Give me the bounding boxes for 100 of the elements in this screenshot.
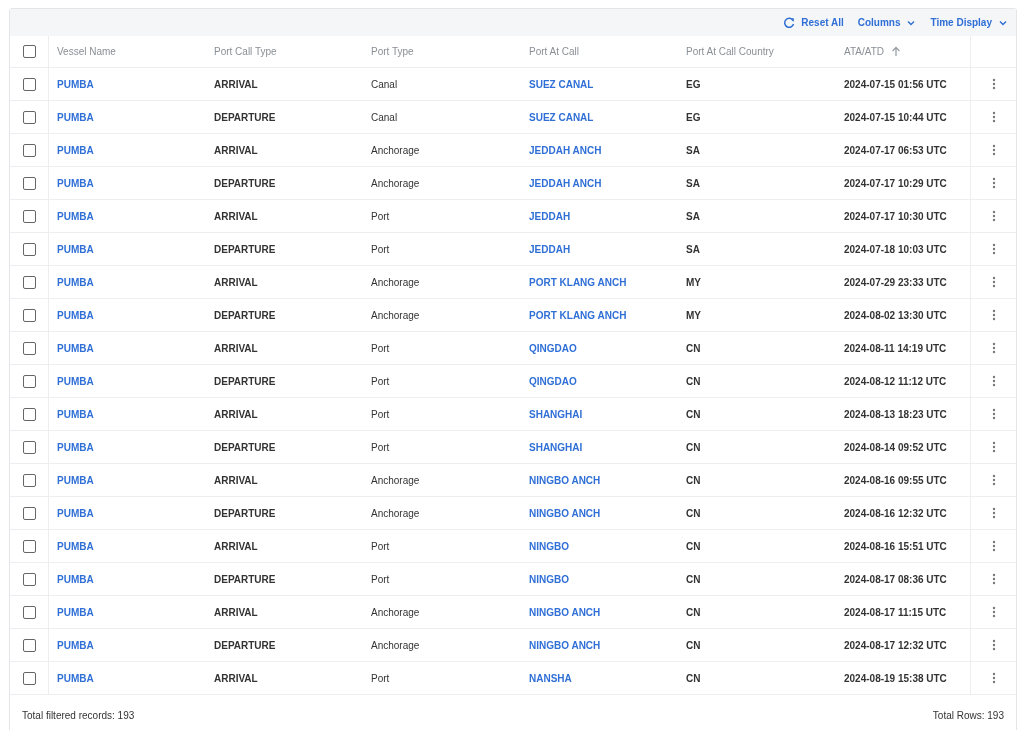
vessel-link[interactable]: PUMBA: [57, 309, 94, 321]
port-link[interactable]: SUEZ CANAL: [529, 111, 594, 123]
checkbox[interactable]: [22, 374, 36, 388]
table-cell: DEPARTURE: [214, 573, 276, 585]
port-link[interactable]: JEDDAH: [529, 210, 571, 222]
table-cell: SA: [686, 177, 700, 189]
checkbox[interactable]: [22, 110, 36, 124]
vessel-link[interactable]: PUMBA: [57, 408, 94, 420]
checkbox[interactable]: [22, 308, 36, 322]
table-cell: SA: [686, 144, 700, 156]
column-header[interactable]: Port Call Type: [214, 46, 277, 57]
port-link[interactable]: PORT KLANG ANCH: [529, 276, 627, 288]
table-cell: Port: [371, 375, 390, 387]
column-header[interactable]: Vessel Name: [57, 46, 116, 57]
checkbox[interactable]: [22, 473, 36, 487]
more-vertical-icon: [991, 309, 996, 321]
vessel-link[interactable]: PUMBA: [57, 441, 94, 453]
port-link[interactable]: QINGDAO: [529, 375, 577, 387]
column-header[interactable]: ATA/ATD: [844, 46, 884, 57]
port-link[interactable]: PORT KLANG ANCH: [529, 309, 627, 321]
vessel-link[interactable]: PUMBA: [57, 639, 94, 651]
more-vertical-icon: [991, 639, 996, 651]
table-cell: CN: [686, 540, 701, 552]
table-cell: DEPARTURE: [214, 177, 276, 189]
checkbox[interactable]: [22, 638, 36, 652]
table-cell: Anchorage: [371, 639, 420, 651]
column-header[interactable]: Port Type: [371, 46, 414, 57]
checkbox[interactable]: [22, 341, 36, 355]
vessel-link[interactable]: PUMBA: [57, 342, 94, 354]
table-cell: Port: [371, 342, 390, 354]
port-link[interactable]: NINGBO ANCH: [529, 507, 601, 519]
port-link[interactable]: JEDDAH ANCH: [529, 177, 602, 189]
vessel-link[interactable]: PUMBA: [57, 78, 94, 90]
vessel-link[interactable]: PUMBA: [57, 606, 94, 618]
vessel-link[interactable]: PUMBA: [57, 540, 94, 552]
table-cell: ARRIVAL: [214, 672, 258, 684]
port-link[interactable]: NINGBO ANCH: [529, 474, 601, 486]
port-link[interactable]: NINGBO ANCH: [529, 606, 601, 618]
vessel-link[interactable]: PUMBA: [57, 573, 94, 585]
port-link[interactable]: NANSHA: [529, 672, 572, 684]
table-cell: MY: [686, 309, 701, 321]
vessel-link[interactable]: PUMBA: [57, 375, 94, 387]
checkbox[interactable]: [22, 209, 36, 223]
vessel-link[interactable]: PUMBA: [57, 507, 94, 519]
more-vertical-icon: [991, 144, 996, 156]
table-cell: Port: [371, 243, 390, 255]
table-cell: Anchorage: [371, 144, 420, 156]
table-cell: 2024-07-29 23:33 UTC: [844, 276, 947, 288]
checkbox[interactable]: [22, 572, 36, 586]
table-cell: DEPARTURE: [214, 243, 276, 255]
dropdown-button[interactable]: Columns: [857, 17, 917, 28]
port-link[interactable]: JEDDAH: [529, 243, 571, 255]
checkbox[interactable]: [22, 77, 36, 91]
port-link[interactable]: QINGDAO: [529, 342, 577, 354]
port-link[interactable]: SHANGHAI: [529, 441, 583, 453]
vessel-link[interactable]: PUMBA: [57, 177, 94, 189]
port-link[interactable]: NINGBO ANCH: [529, 639, 601, 651]
vessel-link[interactable]: PUMBA: [57, 243, 94, 255]
vessel-link[interactable]: PUMBA: [57, 672, 94, 684]
checkbox[interactable]: [22, 506, 36, 520]
checkbox[interactable]: [22, 605, 36, 619]
table-cell: 2024-07-18 10:03 UTC: [844, 243, 947, 255]
checkbox[interactable]: [22, 176, 36, 190]
table-cell: CN: [686, 474, 701, 486]
checkbox[interactable]: [22, 143, 36, 157]
port-link[interactable]: SUEZ CANAL: [529, 78, 594, 90]
vessel-link[interactable]: PUMBA: [57, 210, 94, 222]
table-cell: CN: [686, 639, 701, 651]
checkbox[interactable]: [22, 275, 36, 289]
vessel-link[interactable]: PUMBA: [57, 474, 94, 486]
table-cell: DEPARTURE: [214, 111, 276, 123]
port-link[interactable]: JEDDAH ANCH: [529, 144, 602, 156]
more-vertical-icon: [991, 441, 996, 453]
reset-all-button[interactable]: Reset All: [783, 16, 844, 29]
dropdown-button[interactable]: Time Display: [930, 17, 1008, 28]
port-link[interactable]: NINGBO: [529, 573, 569, 585]
table-cell: CN: [686, 672, 701, 684]
table-cell: 2024-08-16 09:55 UTC: [844, 474, 947, 486]
vessel-link[interactable]: PUMBA: [57, 111, 94, 123]
checkbox[interactable]: [22, 671, 36, 685]
more-vertical-icon: [991, 210, 996, 222]
checkbox[interactable]: [22, 539, 36, 553]
table-cell: 2024-08-17 12:32 UTC: [844, 639, 947, 651]
checkbox[interactable]: [22, 242, 36, 256]
table-cell: 2024-08-14 09:52 UTC: [844, 441, 947, 453]
column-header[interactable]: Port At Call Country: [686, 46, 774, 57]
more-vertical-icon: [991, 375, 996, 387]
port-link[interactable]: NINGBO: [529, 540, 569, 552]
vessel-link[interactable]: PUMBA: [57, 276, 94, 288]
table-cell: ARRIVAL: [214, 408, 258, 420]
table-cell: Anchorage: [371, 507, 420, 519]
port-link[interactable]: SHANGHAI: [529, 408, 583, 420]
column-header[interactable]: Port At Call: [529, 46, 580, 57]
checkbox[interactable]: [22, 45, 36, 58]
table-cell: DEPARTURE: [214, 441, 276, 453]
table-cell: EG: [686, 78, 701, 90]
vessel-link[interactable]: PUMBA: [57, 144, 94, 156]
more-vertical-icon: [991, 573, 996, 585]
checkbox[interactable]: [22, 407, 36, 421]
checkbox[interactable]: [22, 440, 36, 454]
